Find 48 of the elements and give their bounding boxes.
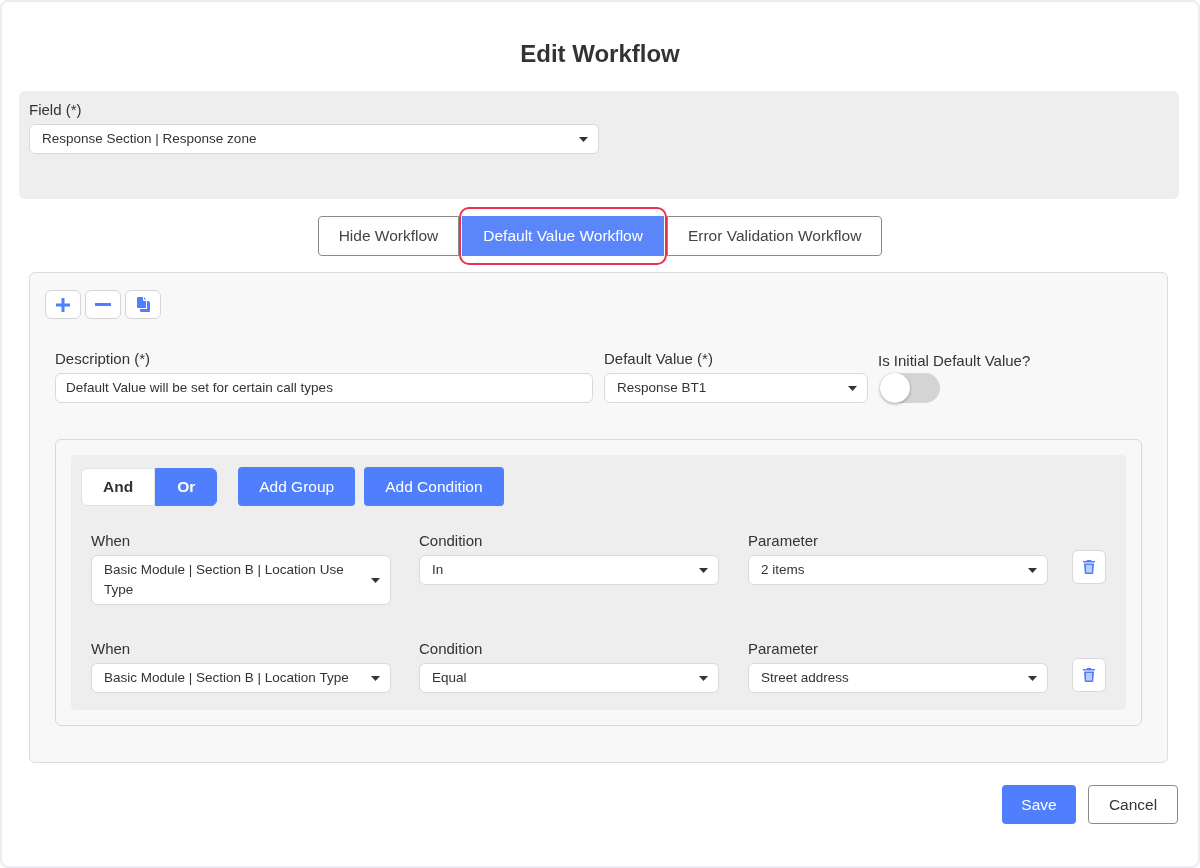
- operator-toggle[interactable]: And: [81, 467, 156, 506]
- trash-icon: [1083, 560, 1095, 574]
- caret-icon: [699, 567, 708, 573]
- field-label: Parameter: [748, 639, 820, 659]
- copy-button[interactable]: [125, 290, 161, 319]
- operator-toggle[interactable]: Or: [155, 467, 218, 506]
- caret-icon: [579, 136, 588, 142]
- remove-button[interactable]: [85, 290, 121, 319]
- cancel-button[interactable]: Cancel: [1088, 785, 1178, 824]
- delete-button[interactable]: [1072, 550, 1106, 584]
- workflow-tab[interactable]: Hide Workflow: [317, 216, 460, 256]
- add-button[interactable]: [45, 290, 81, 319]
- plus-icon: [56, 297, 70, 312]
- field-label: When: [91, 639, 132, 659]
- field-label: Condition: [419, 531, 484, 551]
- save-button[interactable]: Save: [1002, 785, 1076, 824]
- add-group-button[interactable]: Add Group: [238, 467, 356, 506]
- toggle-switch[interactable]: [880, 373, 940, 403]
- field-label: Parameter: [748, 531, 820, 551]
- field-label: Default Value (*): [604, 349, 714, 369]
- caret-icon: [1028, 675, 1037, 681]
- caret-icon: [699, 675, 708, 681]
- caret-icon: [371, 675, 380, 681]
- delete-button[interactable]: [1072, 658, 1106, 692]
- field-label: When: [91, 531, 132, 551]
- parameter-select[interactable]: 2 items: [748, 555, 1048, 585]
- trash-icon: [1083, 668, 1095, 682]
- caret-icon: [848, 385, 857, 391]
- workflow-tab[interactable]: Error Validation Workflow: [666, 216, 883, 256]
- caret-icon: [1028, 567, 1037, 573]
- when-select[interactable]: Basic Module | Section B | Location Use Type: [91, 555, 391, 605]
- description-input[interactable]: Default Value will be set for certain call types: [55, 373, 593, 403]
- add-condition-button[interactable]: Add Condition: [364, 467, 504, 506]
- condition-select[interactable]: In: [419, 555, 719, 585]
- caret-icon: [371, 577, 380, 583]
- copy-icon: [136, 297, 150, 312]
- when-select[interactable]: Basic Module | Section B | Location Type: [91, 663, 391, 693]
- field-label: Description (*): [55, 349, 152, 369]
- toggle-thumb[interactable]: [880, 373, 910, 403]
- dialog-title: Edit Workflow: [520, 39, 680, 69]
- minus-icon: [95, 303, 111, 306]
- field-label: Condition: [419, 639, 484, 659]
- parameter-select[interactable]: Street address: [748, 663, 1048, 693]
- field-label: Field (*): [29, 100, 83, 120]
- field-label: Is Initial Default Value?: [878, 351, 1031, 371]
- condition-select[interactable]: Equal: [419, 663, 719, 693]
- field-select[interactable]: Response Section | Response zone: [29, 124, 599, 154]
- default-value-select[interactable]: Response BT1: [604, 373, 868, 403]
